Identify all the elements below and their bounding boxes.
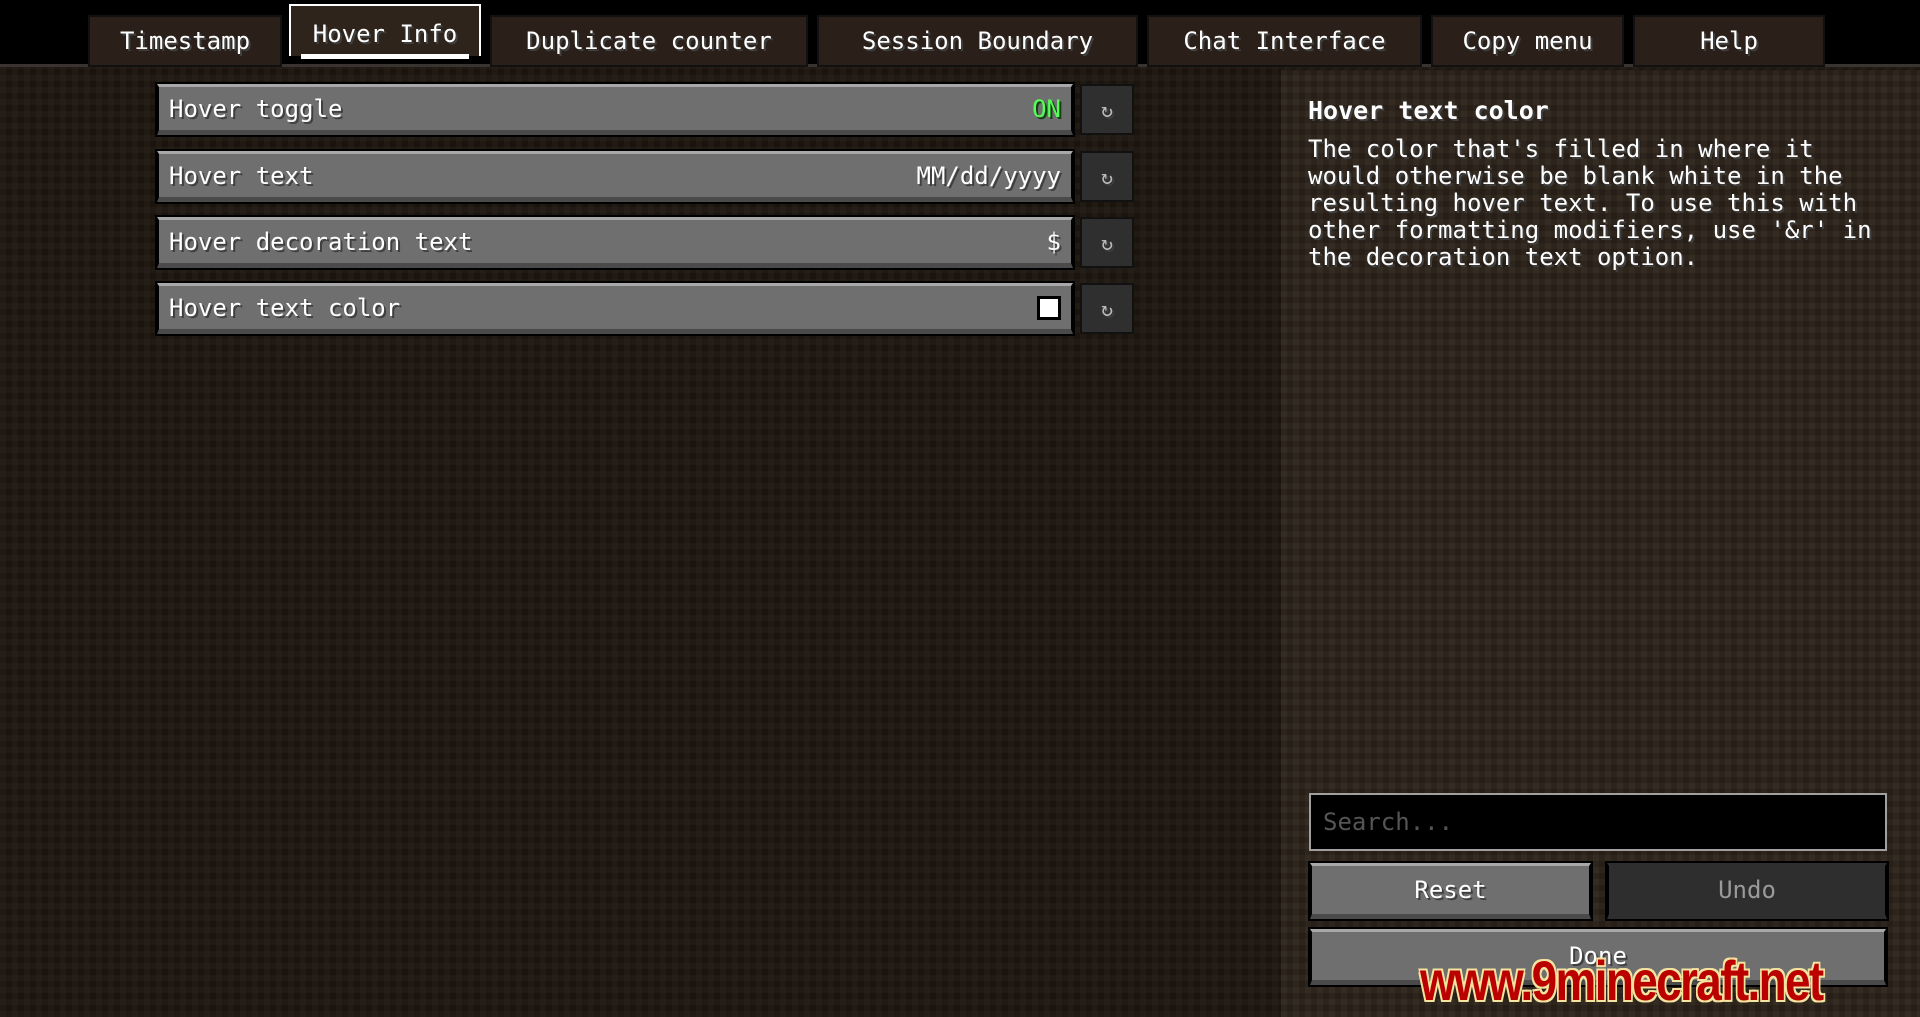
reset-arrow-icon: ↻ bbox=[1100, 230, 1114, 255]
description-line: The color that's filled in where it bbox=[1308, 135, 1814, 163]
reset-hover-text-color-button[interactable]: ↻ bbox=[1080, 283, 1134, 334]
info-title: Hover text color bbox=[1308, 96, 1549, 125]
tab-hover-info[interactable]: Hover Info bbox=[289, 4, 481, 59]
option-hover-toggle[interactable]: Hover toggle ON bbox=[155, 82, 1075, 137]
tab-label: Timestamp bbox=[119, 27, 251, 55]
tab-chat-interface[interactable]: Chat Interface bbox=[1147, 15, 1422, 67]
tab-session-boundary[interactable]: Session Boundary bbox=[817, 15, 1138, 67]
tab-bar: Timestamp Hover Info Duplicate counter S… bbox=[0, 0, 1920, 67]
option-label: Hover text color bbox=[169, 293, 401, 322]
info-description: The color that's filled in where it woul… bbox=[1308, 136, 1872, 271]
tab-help[interactable]: Help bbox=[1633, 15, 1825, 67]
reset-arrow-icon: ↻ bbox=[1100, 164, 1114, 189]
option-value: ON bbox=[1032, 94, 1061, 123]
tab-copy-menu[interactable]: Copy menu bbox=[1431, 15, 1624, 67]
reset-hover-decoration-button[interactable]: ↻ bbox=[1080, 217, 1134, 268]
option-label: Hover decoration text bbox=[169, 227, 473, 256]
description-line: would otherwise be blank white in the bbox=[1308, 162, 1843, 190]
description-line: resulting hover text. To use this with bbox=[1308, 189, 1858, 217]
button-label: Reset bbox=[1414, 876, 1487, 904]
reset-arrow-icon: ↻ bbox=[1100, 296, 1114, 321]
reset-hover-toggle-button[interactable]: ↻ bbox=[1080, 84, 1134, 135]
color-swatch[interactable] bbox=[1037, 295, 1061, 320]
option-hover-text-color[interactable]: Hover text color bbox=[155, 281, 1075, 336]
reset-arrow-icon: ↻ bbox=[1100, 97, 1114, 122]
reset-button[interactable]: Reset bbox=[1308, 861, 1593, 921]
option-label: Hover text bbox=[169, 161, 314, 190]
search-placeholder: Search... bbox=[1323, 808, 1454, 836]
info-panel: Hover text color The color that's filled… bbox=[1281, 70, 1920, 1017]
description-line: the decoration text option. bbox=[1308, 243, 1699, 271]
undo-button[interactable]: Undo bbox=[1605, 861, 1889, 921]
tab-label: Duplicate counter bbox=[526, 27, 772, 55]
tab-label: Hover Info bbox=[312, 20, 458, 48]
tab-label: Help bbox=[1700, 27, 1758, 55]
watermark-logo: www.9minecraft.net bbox=[1420, 949, 1824, 1012]
tab-label: Session Boundary bbox=[861, 27, 1094, 55]
option-label: Hover toggle bbox=[169, 94, 343, 123]
tab-duplicate-counter[interactable]: Duplicate counter bbox=[490, 15, 808, 67]
tab-label: Copy menu bbox=[1462, 27, 1593, 55]
search-input[interactable]: Search... bbox=[1309, 793, 1887, 851]
option-value: MM/dd/yyyy bbox=[916, 161, 1062, 190]
tab-timestamp[interactable]: Timestamp bbox=[88, 15, 282, 67]
option-value: $ bbox=[1046, 227, 1061, 256]
tab-label: Chat Interface bbox=[1183, 27, 1386, 55]
button-label: Undo bbox=[1718, 876, 1776, 904]
reset-hover-text-button[interactable]: ↻ bbox=[1080, 151, 1134, 202]
option-hover-decoration-text[interactable]: Hover decoration text $ bbox=[155, 215, 1075, 270]
option-hover-text[interactable]: Hover text MM/dd/yyyy bbox=[155, 149, 1075, 204]
description-line: other formatting modifiers, use '&r' in bbox=[1308, 216, 1872, 244]
